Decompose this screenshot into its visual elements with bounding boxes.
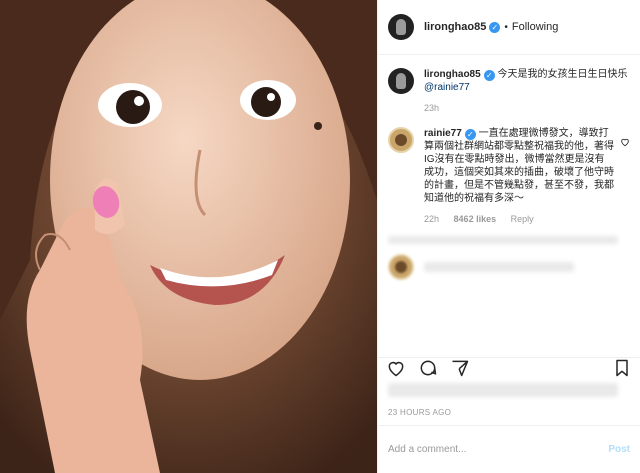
- post-sidebar: lironghao85 ✓ • Following lironghao85 ✓ 今…: [377, 0, 640, 473]
- post-photo-image: [0, 0, 377, 473]
- author-avatar[interactable]: [388, 14, 414, 40]
- blurred-comment: [388, 254, 630, 280]
- comment-body: rainie77 ✓ 一直在處理微博發文，導致打算兩個社群網站都零點整祝福我的他，…: [424, 127, 614, 226]
- comment-likes[interactable]: 8462 likes: [454, 214, 497, 224]
- add-comment-bar: Add a comment... Post: [378, 425, 640, 473]
- action-bar: [386, 357, 632, 379]
- comment-item: rainie77 ✓ 一直在處理微博發文，導致打算兩個社群網站都零點整祝福我的他，…: [388, 127, 630, 226]
- bookmark-icon[interactable]: [612, 358, 632, 378]
- following-button[interactable]: Following: [512, 21, 558, 33]
- like-comment-heart-icon[interactable]: [620, 137, 630, 147]
- add-comment-input[interactable]: Add a comment...: [388, 444, 608, 455]
- post-timestamp[interactable]: 23 HOURS AGO: [388, 408, 451, 417]
- blurred-likes-count: [388, 383, 618, 397]
- comment-time[interactable]: 22h: [424, 214, 439, 224]
- post-photo[interactable]: [0, 0, 377, 473]
- caption-text: 今天是我的女孩生日生日快乐: [497, 69, 628, 80]
- author-username[interactable]: lironghao85: [424, 21, 486, 33]
- verified-badge-icon: ✓: [489, 21, 501, 33]
- post-header: lironghao85 ✓ • Following: [378, 0, 640, 55]
- comment-icon[interactable]: [418, 358, 438, 378]
- caption-body: lironghao85 ✓ 今天是我的女孩生日生日快乐 @rainie77 23h: [424, 68, 630, 115]
- separator-dot: •: [504, 21, 508, 33]
- caption-meta: 23h: [424, 102, 630, 115]
- comments-list[interactable]: lironghao85 ✓ 今天是我的女孩生日生日快乐 @rainie77 23h…: [378, 56, 640, 358]
- share-icon[interactable]: [450, 358, 470, 378]
- caption-comment: lironghao85 ✓ 今天是我的女孩生日生日快乐 @rainie77 23h: [388, 68, 630, 115]
- verified-badge-icon: ✓: [483, 70, 495, 81]
- caption-time[interactable]: 23h: [424, 103, 439, 113]
- heart-icon[interactable]: [386, 358, 406, 378]
- comment-meta: 22h 8462 likes Reply: [424, 213, 614, 226]
- comment-avatar[interactable]: [388, 127, 414, 153]
- verified-badge-icon: ✓: [464, 129, 476, 140]
- post-comment-button[interactable]: Post: [608, 444, 630, 455]
- comment-text: 一直在處理微博發文，導致打算兩個社群網站都零點整祝福我的他，著得IG沒有在零點時…: [424, 128, 614, 204]
- caption-avatar[interactable]: [388, 68, 414, 94]
- blurred-avatar: [388, 254, 414, 280]
- comment-username[interactable]: rainie77: [424, 128, 462, 139]
- comment-reply-button[interactable]: Reply: [511, 214, 534, 224]
- caption-mention-link[interactable]: @rainie77: [424, 82, 470, 93]
- blurred-comment-row: [388, 236, 618, 244]
- blurred-comment-text: [424, 262, 574, 272]
- instagram-post: lironghao85 ✓ • Following lironghao85 ✓ 今…: [0, 0, 640, 473]
- caption-username[interactable]: lironghao85: [424, 69, 481, 80]
